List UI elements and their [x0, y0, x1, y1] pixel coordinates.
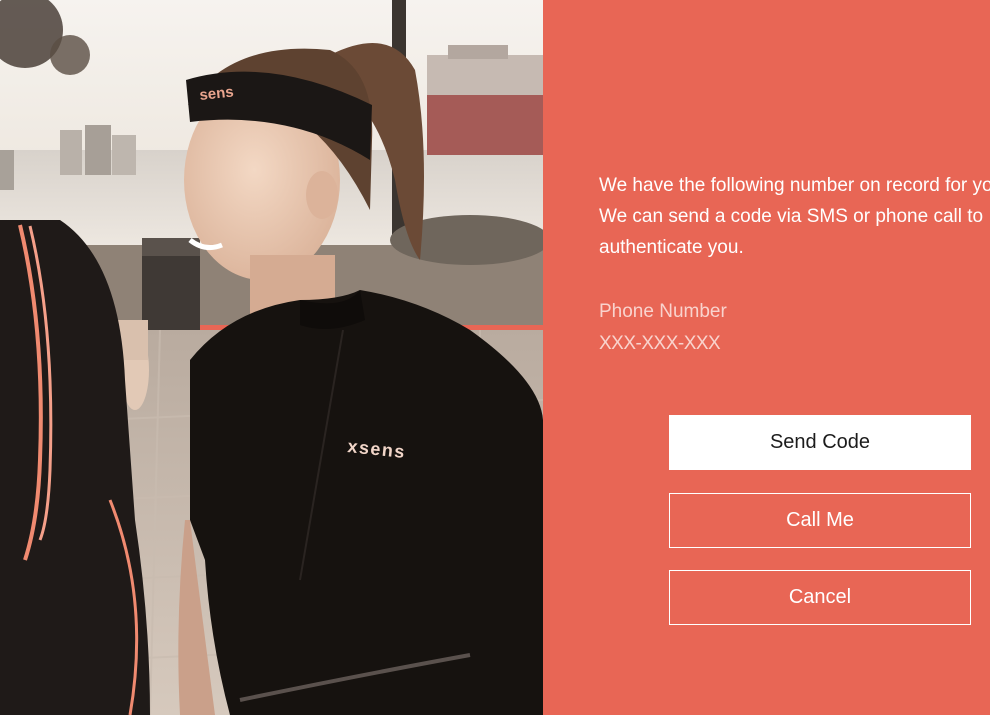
runner-shirt	[190, 290, 543, 715]
send-code-button[interactable]: Send Code	[669, 415, 971, 470]
phone-number-value: XXX-XXX-XXX	[599, 333, 721, 354]
ship	[427, 85, 543, 155]
headband-logo: sens	[199, 83, 235, 103]
cancel-button[interactable]: Cancel	[669, 570, 971, 625]
auth-message: We have the following number on record f…	[599, 175, 990, 258]
hero-photo: sens xsens	[0, 0, 543, 715]
phone-number-label: Phone Number	[599, 301, 727, 322]
auth-panel: We have the following number on record f…	[543, 0, 990, 715]
call-me-button[interactable]: Call Me	[669, 493, 971, 548]
